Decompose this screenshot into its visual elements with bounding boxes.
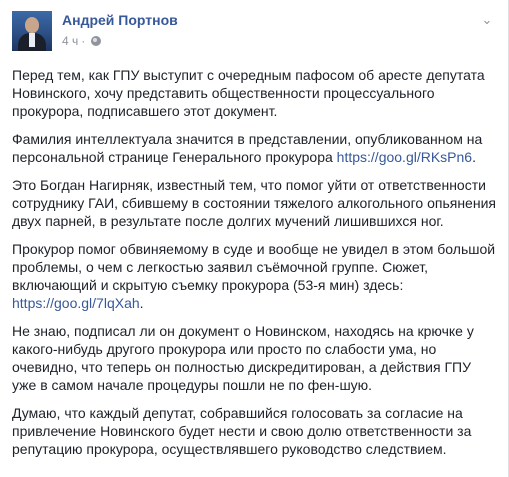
post-header: Андрей Портнов 4 ч · ⌄ — [12, 11, 496, 57]
paragraph-2: Фамилия интеллектуала значится в предста… — [12, 131, 483, 165]
link-rkspn6[interactable]: https://goo.gl/RKsPn6 — [337, 149, 472, 165]
meta-separator: · — [81, 34, 86, 48]
globe-icon — [91, 36, 102, 46]
chevron-down-icon[interactable]: ⌄ — [478, 11, 496, 29]
avatar-head — [25, 17, 39, 33]
author-avatar[interactable] — [12, 11, 52, 51]
link-7lqxah[interactable]: https://goo.gl/7lqXah — [12, 295, 140, 311]
paragraph-6: Думаю, что каждый депутат, собравшийся г… — [12, 405, 472, 457]
avatar-shirt — [29, 33, 35, 47]
post-content: Перед тем, как ГПУ выступит с очередным … — [12, 66, 498, 468]
paragraph-1: Перед тем, как ГПУ выступит с очередным … — [12, 67, 485, 119]
facebook-post: Андрей Портнов 4 ч · ⌄ Перед тем, как ГП… — [0, 0, 509, 477]
paragraph-4: Прокурор помог обвиняемому в суде и вооб… — [12, 241, 496, 311]
author-name[interactable]: Андрей Портнов — [62, 12, 178, 28]
paragraph-3: Это Богдан Нагирняк, известный тем, что … — [12, 177, 496, 229]
paragraph-5: Не знаю, подписал ли он документ о Новин… — [12, 323, 474, 393]
post-meta: 4 ч · — [62, 34, 102, 48]
post-time[interactable]: 4 ч — [62, 34, 78, 48]
